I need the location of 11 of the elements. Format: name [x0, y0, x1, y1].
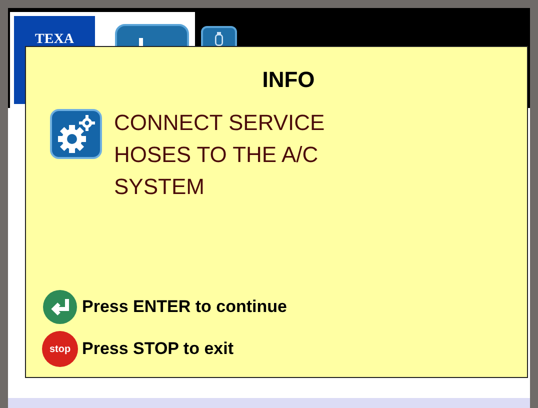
logo-text: TEXA [35, 32, 74, 48]
action-hint: Press STOP to exit [82, 339, 234, 359]
message-line: SYSTEM [114, 173, 206, 201]
stop-icon: stop [42, 331, 78, 367]
message-line: CONNECT SERVICE [114, 109, 325, 137]
message-line: HOSES TO THE A/C [114, 141, 320, 169]
action-hint: Press ENTER to continue [82, 297, 287, 317]
dialog-title: INFO [261, 67, 316, 93]
gears-icon [50, 109, 102, 159]
enter-icon [42, 289, 78, 325]
bottle-icon [214, 32, 224, 46]
